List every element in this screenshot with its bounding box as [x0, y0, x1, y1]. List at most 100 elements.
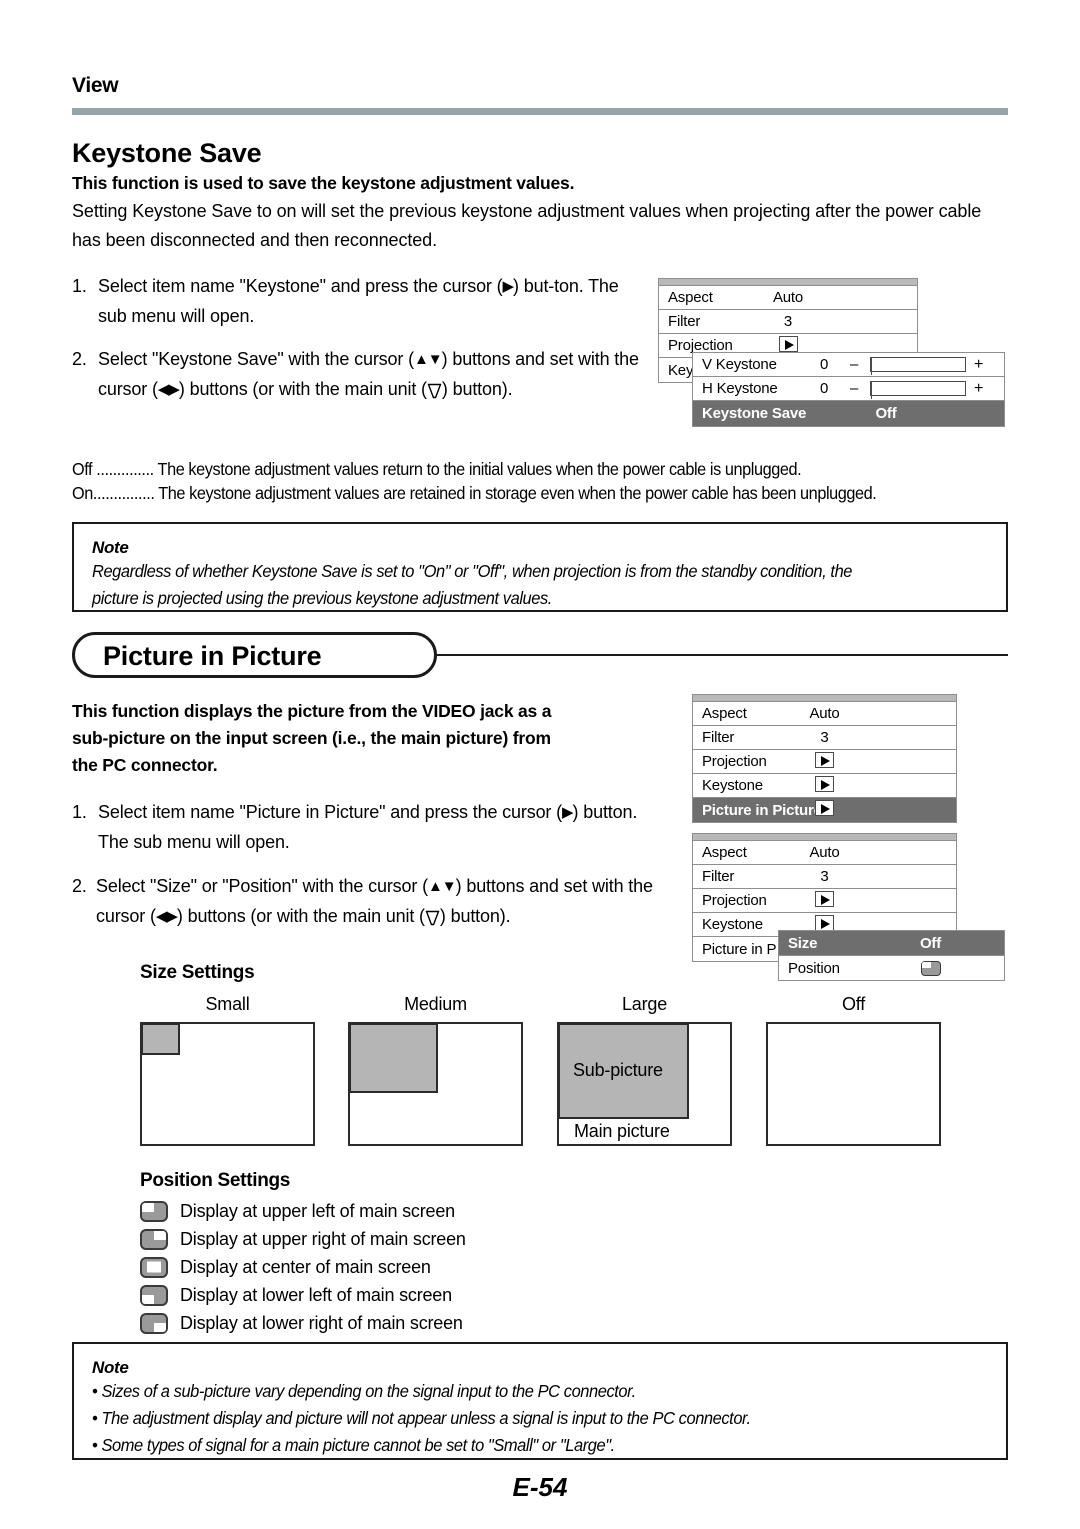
pip-lead-line: sub-picture on the input screen (i.e., t…: [72, 728, 551, 748]
osd-label: Filter: [702, 868, 735, 885]
step-text-part: ) button).: [441, 378, 513, 399]
osd-value: Off: [875, 405, 897, 422]
title-rule: [432, 654, 1008, 656]
position-settings-heading: Position Settings: [140, 1170, 291, 1191]
note-label: Note: [92, 1358, 129, 1377]
main-unit-button-icon: [425, 909, 440, 926]
pip-step-1: 1. Select item name "Picture in Picture"…: [72, 798, 672, 857]
osd-title-band: [659, 279, 917, 286]
cursor-updown-icon: ▲▼: [413, 351, 443, 368]
step-text: Select item name "Keystone" and press th…: [72, 272, 647, 331]
osd-label: Filter: [668, 313, 701, 330]
osd-row-projection[interactable]: Projection: [693, 750, 956, 774]
submenu-arrow-icon: [815, 775, 834, 792]
submenu-arrow-icon: [778, 335, 798, 352]
osd-value: 0: [820, 380, 829, 397]
position-list-item: Display at center of main screen: [140, 1253, 466, 1281]
osd-menu-pip-popup[interactable]: Size Off Position: [778, 930, 1005, 981]
osd-row-aspect[interactable]: Aspect Auto: [693, 841, 956, 865]
osd-row-position[interactable]: Position: [779, 956, 1004, 980]
osd-row-keystone-save[interactable]: Keystone Save Off: [693, 401, 1004, 426]
pip-lead: This function displays the picture from …: [72, 698, 672, 779]
osd-label: H Keystone: [702, 380, 778, 397]
cursor-right-icon: ▶: [561, 804, 574, 821]
size-diagram-off: [766, 1022, 941, 1146]
osd-row-projection[interactable]: Projection: [693, 889, 956, 913]
size-diagram-large: Sub-picture Main picture: [557, 1022, 732, 1146]
decrement-icon[interactable]: –: [850, 380, 858, 397]
position-item-label: Display at upper left of main screen: [180, 1200, 455, 1221]
sub-picture-box: [141, 1023, 180, 1055]
osd-row-filter[interactable]: Filter 3: [659, 310, 917, 334]
osd-row-h-keystone[interactable]: H Keystone 0 – +: [693, 377, 1004, 401]
decrement-icon[interactable]: –: [850, 356, 858, 373]
osd-row-size[interactable]: Size Off: [779, 931, 1004, 956]
osd-menu-pip-main[interactable]: Aspect Auto Filter 3 Projection Keystone: [692, 694, 957, 823]
submenu-arrow-icon: [815, 890, 834, 907]
position-upper-right-icon: [140, 1228, 168, 1250]
osd-label: Keystone: [702, 916, 763, 933]
sub-picture-label: Sub-picture: [573, 1060, 663, 1080]
osd-label: Filter: [702, 729, 735, 746]
osd-label: Aspect: [702, 844, 747, 861]
slider-fill: [871, 382, 872, 399]
note-bullet: • Sizes of a sub-picture vary depending …: [92, 1381, 636, 1401]
main-picture-label: Main picture: [574, 1121, 670, 1141]
osd-title-band: [693, 834, 956, 841]
position-list-item: Display at upper right of main screen: [140, 1225, 466, 1253]
position-upper-left-icon: [920, 960, 941, 976]
osd-row-keystone[interactable]: Keystone: [693, 774, 956, 798]
main-unit-button-icon: [427, 382, 442, 399]
step-text: Select "Keystone Save" with the cursor (…: [72, 345, 647, 404]
cursor-leftright-icon: ◀▶: [157, 380, 180, 398]
osd-menu-keystone-sub[interactable]: V Keystone 0 – + H Keystone 0 – + Keysto…: [692, 352, 1005, 427]
keystone-save-body: Setting Keystone Save to on will set the…: [72, 201, 982, 250]
h-keystone-slider[interactable]: [870, 381, 966, 399]
pip-lead-line: the PC connector.: [72, 755, 218, 775]
size-label-medium: Medium: [404, 994, 467, 1014]
osd-title-band: [693, 695, 956, 702]
position-item-label: Display at upper right of main screen: [180, 1228, 466, 1249]
keystone-save-lead: This function is used to save the keysto…: [72, 173, 575, 193]
step-number: 1.: [72, 276, 87, 296]
cursor-right-icon: ▶: [502, 278, 514, 295]
osd-row-filter[interactable]: Filter 3: [693, 865, 956, 889]
definition-dots: ...............: [92, 483, 155, 503]
osd-value: 3: [820, 868, 829, 885]
osd-label: V Keystone: [702, 356, 777, 373]
step-number: 2.: [72, 349, 87, 369]
v-keystone-slider[interactable]: [870, 357, 966, 375]
definition-term: On: [72, 483, 93, 503]
section-title-text: Picture in Picture: [103, 641, 322, 671]
step-text-part: Select item name "Keystone" and press th…: [98, 276, 503, 296]
osd-row-aspect[interactable]: Aspect Auto: [693, 702, 956, 726]
header-rule: [72, 108, 1008, 115]
osd-label: Aspect: [668, 289, 713, 306]
step-text-part: Select "Keystone Save" with the cursor (: [98, 349, 414, 369]
increment-icon[interactable]: +: [974, 356, 983, 374]
osd-label: Keystone: [702, 777, 763, 794]
osd-value: Off: [919, 934, 942, 952]
definition-term: Off: [72, 459, 93, 479]
osd-row-picture-in-picture[interactable]: Picture in Picture: [693, 798, 956, 822]
osd-label: Projection: [702, 892, 767, 909]
page-number: E-54: [512, 1472, 568, 1502]
osd-row-filter[interactable]: Filter 3: [693, 726, 956, 750]
increment-icon[interactable]: +: [974, 380, 983, 398]
step-text: Select item name "Picture in Picture" an…: [72, 798, 672, 857]
osd-label: Keystone Save: [702, 405, 807, 422]
cursor-updown-icon: ▲▼: [427, 878, 457, 895]
position-lower-left-icon: [140, 1284, 168, 1306]
section-title-keystone-save: Keystone Save: [72, 138, 262, 168]
position-list-item: Display at lower right of main screen: [140, 1309, 466, 1337]
note-bullet-text: The adjustment display and picture will …: [101, 1408, 751, 1428]
note-bullet-text: Some types of signal for a main picture …: [101, 1435, 615, 1455]
osd-row-v-keystone[interactable]: V Keystone 0 – +: [693, 353, 1004, 377]
note-line: picture is projected using the previous …: [92, 588, 552, 608]
submenu-arrow-icon: [815, 751, 834, 768]
osd-row-aspect[interactable]: Aspect Auto: [659, 286, 917, 310]
size-settings-heading: Size Settings: [140, 962, 255, 983]
osd-value: 3: [783, 313, 793, 330]
pip-step-2: 2. Select "Size" or "Position" with the …: [72, 872, 677, 931]
position-center-icon: [140, 1256, 168, 1278]
